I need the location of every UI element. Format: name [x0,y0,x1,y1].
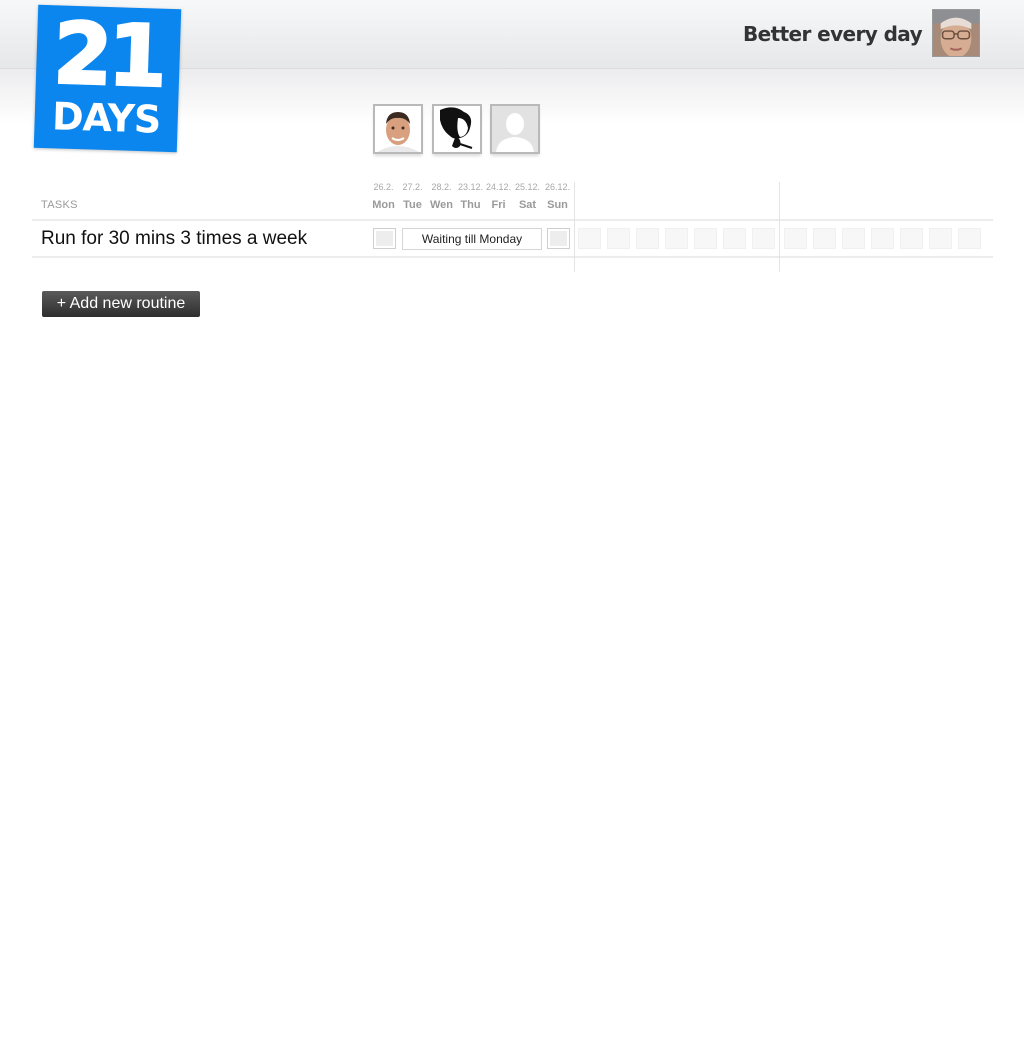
user-avatar[interactable] [932,9,980,57]
week-divider-2 [779,182,780,272]
day-cell [929,228,952,249]
day-column-tue: 27.2. Tue [398,182,427,212]
user-avatar-image [933,10,979,56]
day-cell [784,228,807,249]
day-name: Sat [518,199,537,211]
day-checkbox[interactable] [373,228,396,249]
default-avatar-icon [492,106,538,152]
day-column-wen: 28.2. Wen [427,182,456,212]
day-cell [900,228,923,249]
day-column-sat: 25.12. Sat [513,182,542,212]
day-date: 26.12. [544,182,571,192]
day-cell [842,228,865,249]
day-cell [752,228,775,249]
day-date: 24.12. [485,182,512,192]
day-cell [636,228,659,249]
day-cell [958,228,981,249]
logo-word: DAYS [51,94,162,142]
friend-avatar-2[interactable] [432,104,482,154]
day-cell [813,228,836,249]
table-row-divider [32,256,993,258]
day-column-thu: 23.12. Thu [456,182,485,212]
task-name[interactable]: Run for 30 mins 3 times a week [41,228,307,250]
day-name: Mon [372,199,395,211]
day-column-mon: 26.2. Mon [369,182,398,212]
day-name: Sun [547,199,568,211]
app-logo[interactable]: 21 DAYS [33,3,182,153]
day-column-sun: 26.12. Sun [543,182,572,212]
day-cell [694,228,717,249]
day-date: 28.2. [431,182,452,192]
day-date: 26.2. [373,182,394,192]
friend-avatar-3[interactable] [490,104,540,154]
day-column-fri: 24.12. Fri [484,182,513,212]
day-date: 27.2. [402,182,423,192]
week-divider-1 [574,182,575,272]
waiting-status-overlay: Waiting till Monday [402,228,542,250]
logo-number: 21 [51,3,166,107]
day-cell [871,228,894,249]
tagline: Better every day [743,22,923,46]
tasks-column-header: TASKS [41,199,78,211]
table-header-divider [32,219,993,221]
day-name: Tue [403,199,422,211]
day-cell [607,228,630,249]
day-date: 23.12. [457,182,484,192]
friend-avatar-1-image [375,106,421,152]
friend-avatar-1[interactable] [373,104,423,154]
day-name: Fri [491,199,506,211]
day-name: Thu [460,199,481,211]
day-cell [723,228,746,249]
day-cell [578,228,601,249]
friend-avatar-2-image [434,106,480,152]
day-checkbox[interactable] [547,228,570,249]
add-routine-button[interactable]: + Add new routine [42,291,200,317]
day-date: 25.12. [514,182,541,192]
day-name: Wen [429,199,454,211]
day-cell [665,228,688,249]
